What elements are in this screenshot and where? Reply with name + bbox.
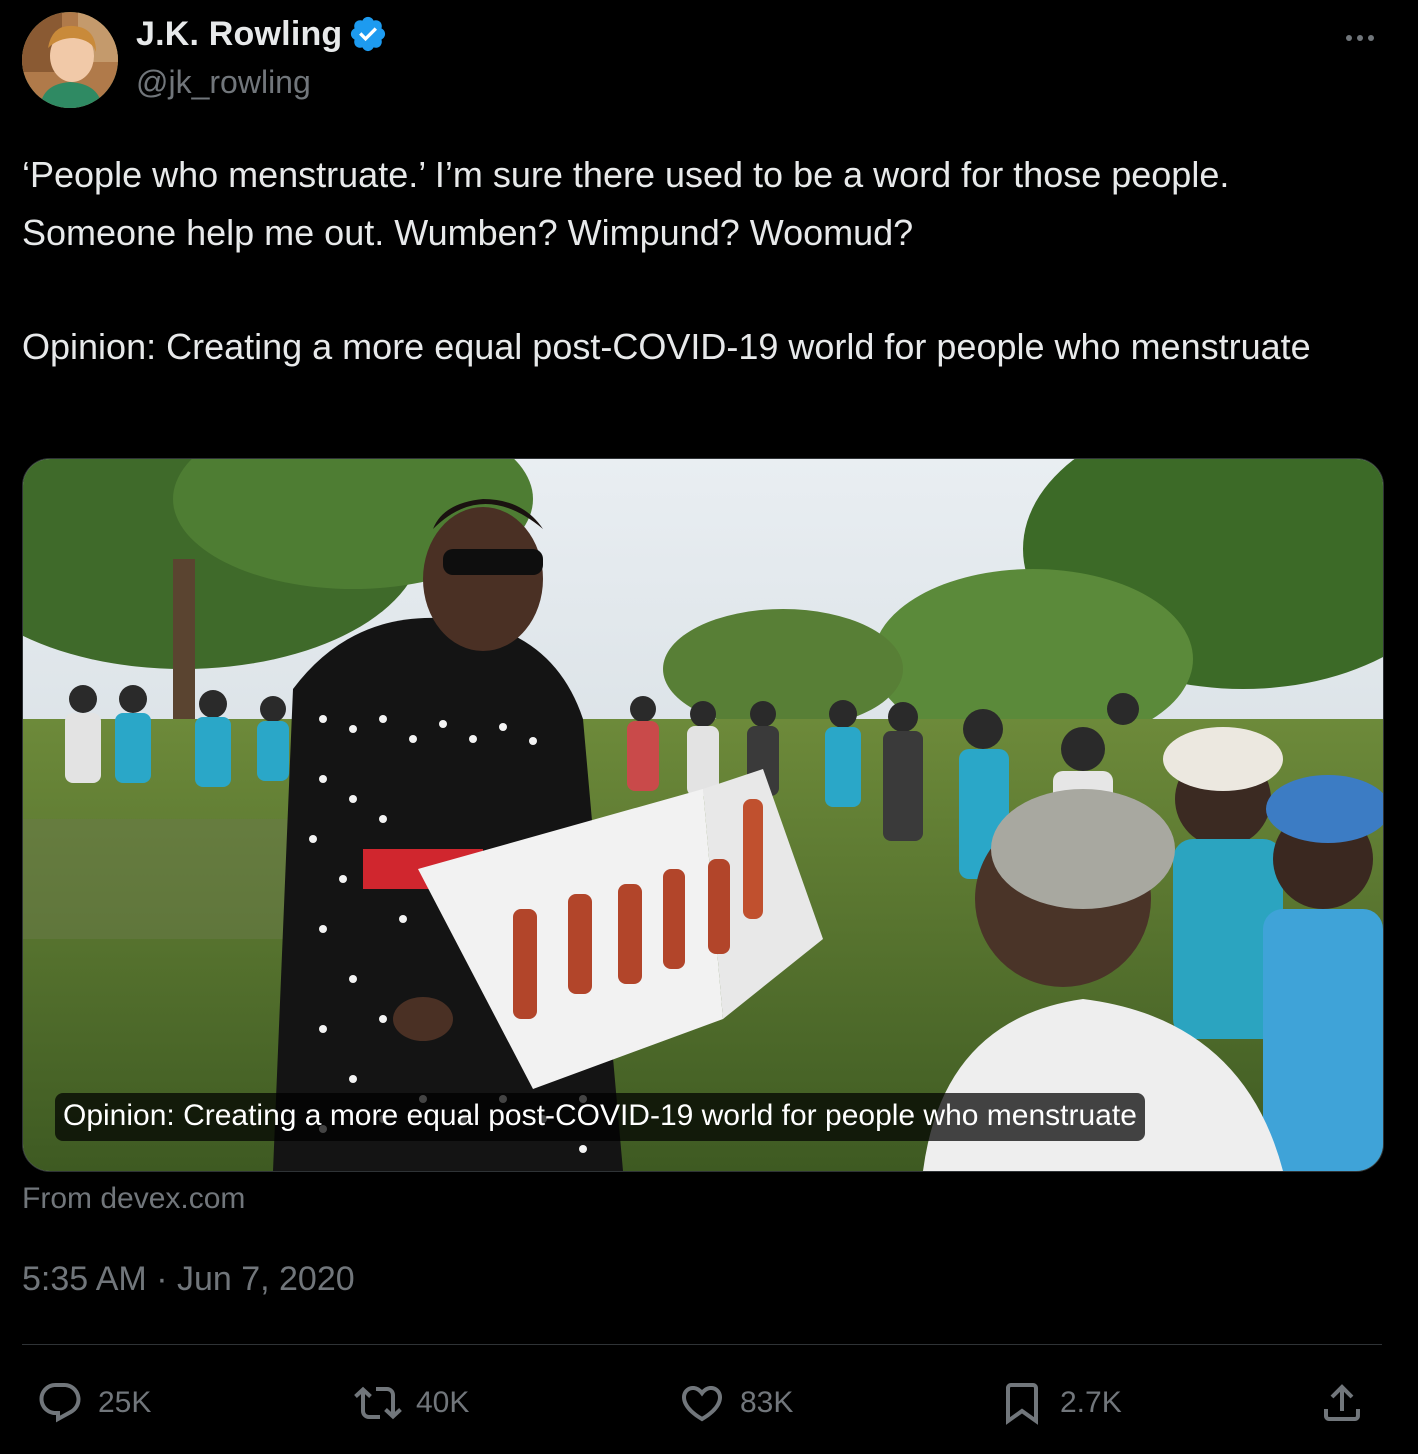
reply-button[interactable]: 25K xyxy=(36,1368,151,1438)
tweet-text-paragraph-2: Opinion: Creating a more equal post-COVI… xyxy=(22,326,1311,367)
card-image xyxy=(23,459,1383,1171)
avatar-image xyxy=(22,12,118,108)
bookmark-icon xyxy=(1006,1383,1038,1425)
tweet: J.K. Rowling @jk_rowling ‘People who men… xyxy=(0,0,1418,1454)
link-card[interactable]: Opinion: Creating a more equal post-COVI… xyxy=(22,458,1384,1172)
more-dot-icon xyxy=(1357,35,1363,41)
repost-count: 40K xyxy=(416,1386,470,1419)
verified-badge-icon[interactable] xyxy=(348,14,388,54)
repost-button[interactable]: 40K xyxy=(354,1368,469,1438)
share-button[interactable] xyxy=(1318,1368,1366,1438)
bookmark-button[interactable]: 2.7K xyxy=(998,1368,1122,1438)
tweet-text-paragraph-1: ‘People who menstruate.’ I’m sure there … xyxy=(22,154,1230,253)
share-icon xyxy=(1324,1384,1360,1421)
display-name[interactable]: J.K. Rowling xyxy=(136,15,342,54)
more-options-button[interactable] xyxy=(1336,22,1384,54)
author-name-row[interactable]: J.K. Rowling xyxy=(136,14,388,54)
more-dot-icon xyxy=(1346,35,1352,41)
card-caption: Opinion: Creating a more equal post-COVI… xyxy=(55,1093,1145,1141)
author-handle[interactable]: @jk_rowling xyxy=(136,64,311,101)
tweet-text: ‘People who menstruate.’ I’m sure there … xyxy=(22,146,1362,376)
bookmark-count: 2.7K xyxy=(1060,1386,1122,1419)
card-source[interactable]: From devex.com xyxy=(22,1182,245,1216)
repost-icon xyxy=(354,1386,402,1420)
tweet-timestamp[interactable]: 5:35 AM · Jun 7, 2020 xyxy=(22,1260,355,1299)
more-dot-icon xyxy=(1368,35,1374,41)
like-button[interactable]: 83K xyxy=(678,1368,793,1438)
divider xyxy=(22,1344,1382,1345)
action-bar: 25K 40K 83K 2.7K xyxy=(0,1368,1418,1438)
avatar[interactable] xyxy=(22,12,118,108)
like-count: 83K xyxy=(740,1386,794,1419)
reply-icon xyxy=(39,1383,81,1423)
heart-icon xyxy=(681,1386,723,1422)
reply-count: 25K xyxy=(98,1386,152,1419)
